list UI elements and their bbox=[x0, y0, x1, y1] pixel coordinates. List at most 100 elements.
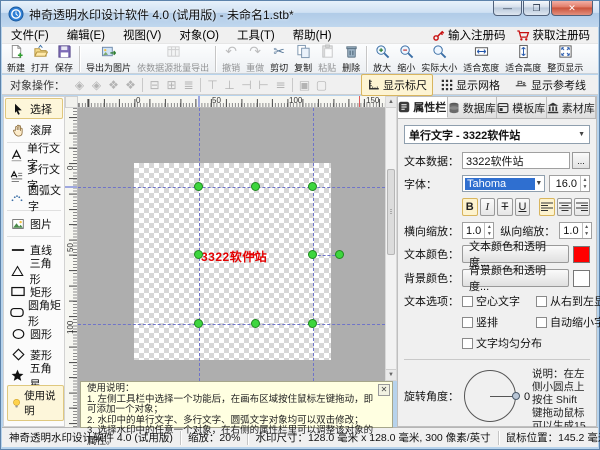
text-data-input[interactable]: 3322软件站 bbox=[462, 152, 570, 169]
rotation-handle[interactable] bbox=[335, 250, 344, 259]
bulb-icon bbox=[12, 397, 21, 410]
copy-button[interactable]: 复制 bbox=[291, 44, 315, 74]
show-grid-toggle[interactable]: 显示网格 bbox=[435, 74, 506, 96]
tool-pan[interactable]: 滚屏 bbox=[5, 119, 63, 140]
menu-help[interactable]: 帮助(H) bbox=[284, 27, 341, 43]
save-button[interactable]: 保存 bbox=[52, 44, 76, 74]
tool-arc-text[interactable]: 圆弧文字 bbox=[5, 187, 63, 208]
checkbox-icon[interactable] bbox=[536, 296, 547, 307]
tab-database[interactable]: 数据库 bbox=[448, 97, 498, 118]
fit-height-button[interactable]: 适合高度 bbox=[502, 44, 544, 74]
selection-handle-w[interactable] bbox=[194, 250, 203, 259]
key-icon bbox=[432, 29, 445, 42]
get-register-code-button[interactable]: 获取注册码 bbox=[516, 27, 591, 43]
option-even-distribute[interactable]: 文字均匀分布 bbox=[462, 335, 536, 351]
checkbox-icon[interactable] bbox=[462, 317, 473, 328]
checkbox-icon[interactable] bbox=[536, 317, 547, 328]
group-icon: ▣ bbox=[296, 78, 313, 92]
text-color-button[interactable]: 文本颜色和透明度... bbox=[462, 245, 569, 263]
bg-color-button[interactable]: 背景颜色和透明度... bbox=[462, 269, 569, 287]
tool-select[interactable]: 选择 bbox=[5, 98, 63, 119]
new-button[interactable]: 新建 bbox=[4, 44, 28, 74]
open-button[interactable]: 打开 bbox=[28, 44, 52, 74]
vscale-spinner[interactable]: 1.0 ▲▼ bbox=[559, 222, 591, 239]
font-size-spinner[interactable]: 16.0 ▲▼ bbox=[549, 175, 590, 192]
show-guides-toggle[interactable]: 显示参考线 bbox=[508, 74, 592, 96]
minimize-button[interactable]: — bbox=[493, 1, 522, 16]
checkbox-icon[interactable] bbox=[462, 296, 473, 307]
selection-handle-nw[interactable] bbox=[194, 182, 203, 191]
rotation-dial-handle[interactable] bbox=[512, 392, 520, 400]
selection-edge-left bbox=[199, 108, 200, 381]
selection-handle-e[interactable] bbox=[308, 250, 317, 259]
option-hollow-text[interactable]: 空心文字 bbox=[462, 293, 536, 309]
fit-width-button[interactable]: 适合宽度 bbox=[460, 44, 502, 74]
selection-handle-n[interactable] bbox=[251, 182, 260, 191]
align-left-button[interactable] bbox=[539, 198, 555, 216]
underline-button[interactable]: U bbox=[515, 198, 531, 216]
tab-templates[interactable]: 模板库 bbox=[497, 97, 547, 118]
star-icon bbox=[10, 369, 26, 382]
tool-rounded-rectangle[interactable]: 圆角矩形 bbox=[5, 302, 63, 323]
strikethrough-button[interactable]: T bbox=[497, 198, 513, 216]
align-center-button[interactable] bbox=[557, 198, 573, 216]
tool-star[interactable]: 五角星 bbox=[5, 365, 63, 386]
object-selector-dropdown[interactable]: 单行文字 - 3322软件站 ▼ bbox=[404, 125, 590, 144]
selection-handle-ne[interactable] bbox=[308, 182, 317, 191]
option-auto-shrink[interactable]: 自动缩小字体 bbox=[536, 314, 600, 330]
text-color-swatch[interactable] bbox=[573, 246, 590, 263]
option-vertical-text[interactable]: 竖排 bbox=[462, 314, 536, 330]
help-close-button[interactable]: ✕ bbox=[378, 384, 390, 396]
canvas-vertical-scrollbar[interactable]: ▲ ▼ bbox=[385, 96, 397, 381]
maximize-button[interactable]: ❐ bbox=[523, 1, 550, 16]
full-page-icon bbox=[547, 44, 583, 60]
spinner-arrows-icon[interactable]: ▲▼ bbox=[484, 223, 493, 238]
rotation-dial[interactable]: 0 bbox=[462, 368, 532, 426]
bold-button[interactable]: B bbox=[462, 198, 478, 216]
font-dropdown[interactable]: Tahoma ▼ bbox=[462, 175, 545, 192]
tool-triangle[interactable]: 三角形 bbox=[5, 260, 63, 281]
actual-size-button[interactable]: 实际大小 bbox=[418, 44, 460, 74]
tab-properties[interactable]: 属性栏 bbox=[398, 97, 448, 118]
menu-view[interactable]: 视图(V) bbox=[114, 27, 170, 43]
paste-button: 粘贴 bbox=[315, 44, 339, 74]
properties-panel: 属性栏 数据库 模板库 素材库 单行文字 - 3322软件站 ▼ 文本数据： bbox=[397, 96, 597, 427]
bg-color-swatch[interactable] bbox=[573, 270, 590, 287]
scroll-down-arrow[interactable]: ▼ bbox=[386, 369, 396, 380]
menu-file[interactable]: 文件(F) bbox=[2, 27, 58, 43]
cut-button[interactable]: ✂ 剪切 bbox=[267, 44, 291, 74]
italic-button[interactable]: I bbox=[480, 198, 496, 216]
redo-button: ↷ 重做 bbox=[243, 44, 267, 74]
export-image-button[interactable]: 导出为图片 bbox=[83, 44, 134, 74]
hscale-spinner[interactable]: 1.0 ▲▼ bbox=[462, 222, 494, 239]
zoom-in-button[interactable]: 放大 bbox=[370, 44, 394, 74]
full-page-button[interactable]: 整页显示 bbox=[544, 44, 586, 74]
close-button[interactable]: ✕ bbox=[551, 1, 593, 16]
checkbox-icon[interactable] bbox=[462, 338, 473, 349]
zoom-out-button[interactable]: 缩小 bbox=[394, 44, 418, 74]
menu-tools[interactable]: 工具(T) bbox=[228, 27, 284, 43]
selection-handle-s[interactable] bbox=[251, 319, 260, 328]
title-bar[interactable]: 神奇透明水印设计软件 4.0 (试用版) - 未命名1.stb* — ❐ ✕ bbox=[1, 1, 599, 27]
show-ruler-toggle[interactable]: 显示标尺 bbox=[361, 74, 433, 96]
enter-register-code-button[interactable]: 输入注册码 bbox=[432, 27, 506, 43]
option-right-to-left[interactable]: 从右到左显示 bbox=[536, 293, 600, 309]
tool-image[interactable]: 图片 bbox=[5, 213, 63, 234]
tab-materials[interactable]: 素材库 bbox=[547, 97, 597, 118]
scroll-up-arrow[interactable]: ▲ bbox=[386, 97, 396, 108]
diamond-icon bbox=[10, 348, 26, 361]
browse-button[interactable]: ... bbox=[572, 152, 590, 169]
menu-object[interactable]: 对象(O) bbox=[170, 27, 228, 43]
delete-button[interactable]: 删除 bbox=[339, 44, 363, 74]
rotation-label: 旋转角度： bbox=[404, 388, 462, 404]
watermark-text[interactable]: 3322软件站 bbox=[201, 248, 267, 265]
spinner-arrows-icon[interactable]: ▲▼ bbox=[582, 223, 591, 238]
canvas[interactable]: 3322软件站 + bbox=[78, 108, 385, 427]
align-right-button[interactable] bbox=[574, 198, 590, 216]
selection-handle-sw[interactable] bbox=[194, 319, 203, 328]
scrollbar-thumb[interactable] bbox=[387, 169, 395, 255]
selection-handle-se[interactable] bbox=[308, 319, 317, 328]
usage-help-button[interactable]: 使用说明 bbox=[7, 385, 64, 421]
menu-edit[interactable]: 编辑(E) bbox=[58, 27, 114, 43]
spinner-arrows-icon[interactable]: ▲▼ bbox=[580, 176, 589, 191]
